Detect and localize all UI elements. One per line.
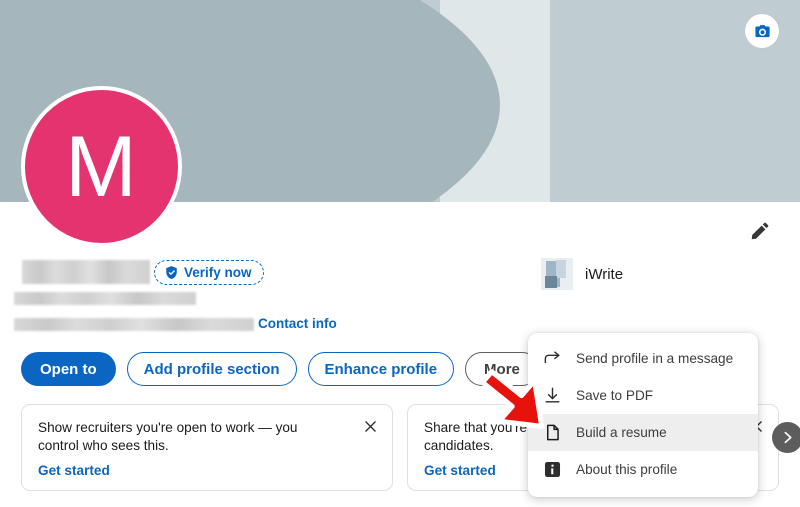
promo-get-started-link[interactable]: Get started xyxy=(424,463,496,478)
promo-text: Show recruiters you're open to work — yo… xyxy=(38,420,298,453)
enhance-profile-label: Enhance profile xyxy=(324,360,438,378)
company-name: iWrite xyxy=(585,265,624,283)
close-icon[interactable] xyxy=(360,416,380,436)
menu-item-label: Build a resume xyxy=(576,425,667,440)
profile-action-row: Open to Add profile section Enhance prof… xyxy=(21,352,539,386)
verify-now-button[interactable]: Verify now xyxy=(154,260,264,285)
chevron-right-icon[interactable] xyxy=(772,422,800,453)
menu-item-save-to-pdf[interactable]: Save to PDF xyxy=(528,377,758,414)
open-to-button[interactable]: Open to xyxy=(21,352,116,386)
camera-icon[interactable] xyxy=(745,14,779,48)
enhance-profile-button[interactable]: Enhance profile xyxy=(307,352,455,386)
menu-item-label: Send profile in a message xyxy=(576,351,734,366)
add-profile-section-label: Add profile section xyxy=(143,360,280,378)
menu-item-build-a-resume[interactable]: Build a resume xyxy=(528,414,758,451)
add-profile-section-button[interactable]: Add profile section xyxy=(126,352,297,386)
shield-check-icon xyxy=(164,265,179,280)
profile-name-redacted xyxy=(22,260,150,284)
menu-item-label: Save to PDF xyxy=(576,388,654,403)
pencil-icon[interactable] xyxy=(747,218,773,244)
more-dropdown-menu[interactable]: Send profile in a message Save to PDF Bu… xyxy=(528,333,758,497)
current-company[interactable]: iWrite xyxy=(541,258,623,290)
contact-info-link[interactable]: Contact info xyxy=(258,316,337,331)
profile-headline-redacted xyxy=(14,292,196,305)
profile-location-redacted xyxy=(14,318,254,331)
download-icon xyxy=(542,386,562,406)
verify-now-label: Verify now xyxy=(184,265,252,280)
open-to-label: Open to xyxy=(40,360,97,378)
avatar-initial: M xyxy=(65,118,138,215)
more-label: More xyxy=(484,360,520,378)
company-logo-icon xyxy=(541,258,573,290)
menu-item-about-this-profile[interactable]: About this profile xyxy=(528,451,758,488)
promo-card-open-to-work[interactable]: Show recruiters you're open to work — yo… xyxy=(21,404,393,491)
document-icon xyxy=(542,423,562,443)
menu-item-send-profile-in-a-message[interactable]: Send profile in a message xyxy=(528,340,758,377)
promo-get-started-link[interactable]: Get started xyxy=(38,463,110,478)
avatar[interactable]: M xyxy=(21,86,182,247)
info-icon xyxy=(542,460,562,480)
menu-item-label: About this profile xyxy=(576,462,678,477)
share-arrow-icon xyxy=(542,349,562,369)
